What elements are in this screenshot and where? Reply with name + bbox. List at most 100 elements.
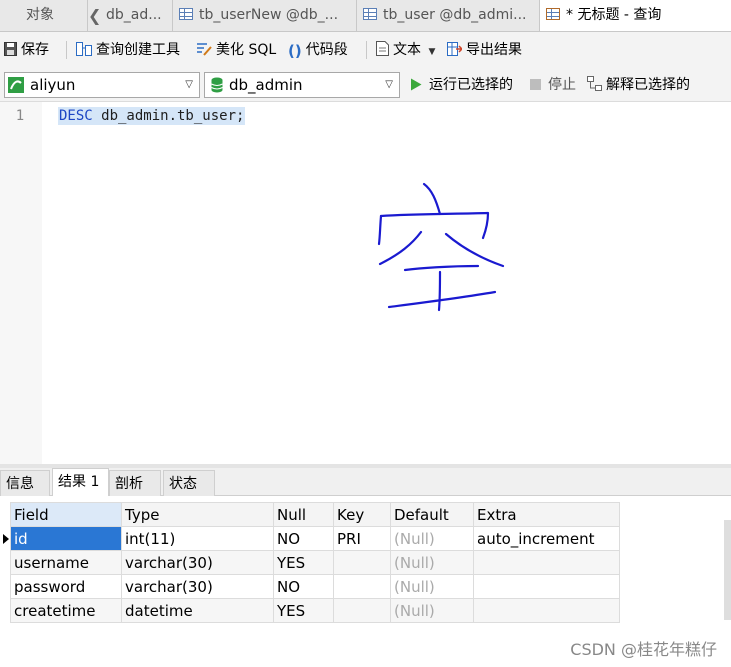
code-snippet-button[interactable]: () 代码段 [288, 32, 348, 68]
run-selected-button[interactable]: 运行已选择的 [410, 68, 513, 102]
sql-keyword: DESC [59, 108, 93, 124]
cell-null[interactable]: NO [273, 526, 334, 551]
play-icon [411, 78, 422, 91]
column-header-type[interactable]: Type [121, 502, 274, 527]
export-results-button[interactable]: 导出结果 [447, 32, 522, 68]
code-snippet-label: 代码段 [305, 42, 348, 58]
tab-label: tb_user @db_admi... [383, 7, 527, 23]
watermark: CSDN @桂花年糕仔 [570, 640, 717, 659]
stop-button[interactable]: 停止 [530, 68, 576, 102]
tab-status[interactable]: 状态 [163, 470, 215, 496]
chevron-left-icon[interactable]: ❮ [88, 0, 101, 31]
query-builder-icon [76, 42, 92, 56]
sql-statement[interactable]: DESC db_admin.tb_user; [58, 107, 246, 125]
grid-header-row: Field Type Null Key Default Extra [10, 502, 620, 527]
cell-type[interactable]: varchar(30) [121, 574, 274, 599]
result-grid[interactable]: Field Type Null Key Default Extra id int… [10, 502, 620, 623]
cell-field[interactable]: createtime [10, 598, 122, 623]
query-builder-button[interactable]: 查询创建工具 [76, 32, 180, 68]
beautify-sql-label: 美化 SQL [216, 42, 277, 58]
tab-label: tb_userNew @db_... [199, 7, 339, 23]
connection-select[interactable]: aliyun ▽ [4, 72, 200, 98]
line-gutter: 1 [0, 102, 42, 464]
cell-key[interactable] [333, 550, 391, 575]
result-tab-bar: 信息 结果 1 剖析 状态 [0, 468, 731, 496]
vertical-scrollbar[interactable] [724, 520, 731, 620]
dropdown-arrow-icon: ▼ [428, 47, 436, 57]
mysql-connection-icon [8, 77, 24, 93]
tab-bar: 对象 ❮ db_ad... tb_userNew @db_... tb_user… [0, 0, 731, 32]
cell-default[interactable]: (Null) [390, 526, 474, 551]
cell-type[interactable]: datetime [121, 598, 274, 623]
stop-label: 停止 [548, 77, 576, 93]
column-header-extra[interactable]: Extra [473, 502, 620, 527]
table-icon [363, 8, 377, 20]
magic-wand-icon [197, 43, 212, 56]
table-row[interactable]: password varchar(30) NO (Null) [10, 574, 620, 599]
save-label: 保存 [21, 42, 49, 58]
save-button[interactable]: 保存 [4, 32, 49, 68]
cell-field[interactable]: username [10, 550, 122, 575]
tab-label: * 无标题 - 查询 [566, 7, 662, 23]
tab-label: 信息 [6, 476, 34, 492]
sql-statement-rest: db_admin.tb_user; [92, 108, 245, 124]
cell-field[interactable]: id [10, 526, 122, 551]
text-mode-button[interactable]: 文本 ▼ [376, 32, 435, 68]
tab-label: 剖析 [115, 476, 143, 492]
cell-type[interactable]: varchar(30) [121, 550, 274, 575]
cell-key[interactable] [333, 574, 391, 599]
column-header-key[interactable]: Key [333, 502, 391, 527]
cell-null[interactable]: YES [273, 550, 334, 575]
cell-default[interactable]: (Null) [390, 598, 474, 623]
database-icon [211, 77, 223, 93]
column-header-field[interactable]: Field [10, 502, 122, 527]
tab-label: 对象 [26, 7, 54, 23]
code-snippet-icon: () [288, 42, 302, 60]
tab-tb-user[interactable]: tb_user @db_admi... [357, 0, 540, 31]
database-value: db_admin [229, 76, 303, 94]
explain-selected-label: 解释已选择的 [606, 77, 690, 93]
tab-info[interactable]: 信息 [0, 470, 50, 496]
cell-null[interactable]: NO [273, 574, 334, 599]
tab-label: 结果 1 [58, 474, 100, 490]
sql-editor[interactable]: 1 DESC db_admin.tb_user; [0, 102, 731, 464]
export-icon [447, 42, 462, 56]
save-icon [4, 42, 17, 56]
tab-objects[interactable]: 对象 [0, 0, 88, 31]
cell-default[interactable]: (Null) [390, 550, 474, 575]
table-row[interactable]: createtime datetime YES (Null) [10, 598, 620, 623]
tab-result-1[interactable]: 结果 1 [52, 468, 109, 496]
cell-extra[interactable] [473, 550, 620, 575]
export-results-label: 导出结果 [466, 42, 522, 58]
column-header-default[interactable]: Default [390, 502, 474, 527]
cell-type[interactable]: int(11) [121, 526, 274, 551]
tab-untitled-query[interactable]: * 无标题 - 查询 [540, 0, 731, 31]
tab-db-admin[interactable]: db_ad... [104, 0, 173, 31]
cell-extra[interactable] [473, 598, 620, 623]
line-number: 1 [15, 108, 25, 124]
cell-extra[interactable] [473, 574, 620, 599]
beautify-sql-button[interactable]: 美化 SQL [195, 32, 276, 68]
cell-default[interactable]: (Null) [390, 574, 474, 599]
table-row[interactable]: id int(11) NO PRI (Null) auto_increment [10, 526, 620, 551]
column-header-null[interactable]: Null [273, 502, 334, 527]
query-toolbar: 保存 查询创建工具 美化 SQL () 代码段 文本 ▼ 导出结果 [0, 32, 731, 68]
database-select[interactable]: db_admin ▽ [204, 72, 400, 98]
tab-label: db_ad... [106, 7, 162, 23]
table-icon [179, 8, 193, 20]
table-row[interactable]: username varchar(30) YES (Null) [10, 550, 620, 575]
tab-profile[interactable]: 剖析 [109, 470, 161, 496]
document-icon [376, 41, 389, 56]
cell-extra[interactable]: auto_increment [473, 526, 620, 551]
connection-bar: aliyun ▽ db_admin ▽ 运行已选择的 停止 解释已选择的 [0, 68, 731, 102]
cell-field[interactable]: password [10, 574, 122, 599]
tab-tb-usernew[interactable]: tb_userNew @db_... [173, 0, 357, 31]
text-mode-label: 文本 [393, 42, 421, 58]
chevron-down-icon: ▽ [385, 79, 393, 90]
explain-selected-button[interactable]: 解释已选择的 [587, 68, 690, 102]
explain-icon [587, 76, 602, 91]
cell-null[interactable]: YES [273, 598, 334, 623]
chevron-down-icon: ▽ [185, 79, 193, 90]
cell-key[interactable]: PRI [333, 526, 391, 551]
cell-key[interactable] [333, 598, 391, 623]
